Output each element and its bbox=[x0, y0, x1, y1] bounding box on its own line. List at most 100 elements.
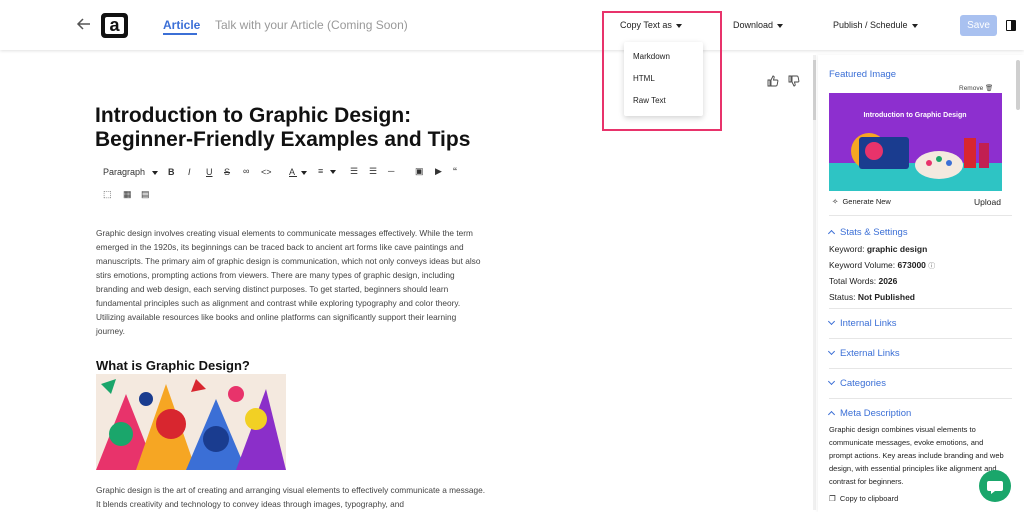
top-bar: a Article Talk with your Article (Coming… bbox=[0, 0, 1024, 50]
table-icon[interactable]: ▦ bbox=[123, 189, 132, 200]
download-button[interactable]: Download bbox=[733, 20, 784, 30]
caret-down-icon bbox=[911, 23, 918, 28]
underline-icon[interactable]: U bbox=[206, 167, 213, 177]
words-label: Total Words: bbox=[829, 276, 877, 286]
categories-title: Categories bbox=[840, 378, 886, 389]
internal-links-toggle[interactable]: Internal Links bbox=[827, 317, 897, 329]
menu-item-html[interactable]: HTML bbox=[633, 74, 655, 83]
divider bbox=[829, 215, 1012, 216]
strikethrough-icon[interactable]: S bbox=[224, 167, 230, 177]
upload-button[interactable]: Upload bbox=[974, 197, 1001, 207]
chat-button[interactable] bbox=[979, 470, 1011, 502]
menu-item-markdown[interactable]: Markdown bbox=[633, 52, 670, 61]
stats-settings-toggle[interactable]: Stats & Settings bbox=[827, 227, 908, 238]
keyword-label: Keyword: bbox=[829, 244, 865, 254]
embed-icon[interactable]: ▤ bbox=[141, 189, 150, 200]
generate-new-label: Generate New bbox=[842, 197, 891, 206]
bold-icon[interactable]: B bbox=[168, 167, 175, 177]
chevron-down-icon bbox=[827, 347, 836, 356]
tab-talk-with-article[interactable]: Talk with your Article (Coming Soon) bbox=[215, 18, 408, 32]
intro-paragraph[interactable]: Graphic design involves creating visual … bbox=[96, 226, 486, 338]
status-row: Status: Not Published bbox=[829, 292, 915, 302]
save-button[interactable]: Save bbox=[960, 15, 997, 36]
featured-image[interactable]: Introduction to Graphic Design bbox=[829, 93, 1002, 191]
expand-icon[interactable]: ⬚ bbox=[103, 189, 112, 200]
caret-down-icon bbox=[329, 169, 336, 174]
bullet-list-icon[interactable]: ☰ bbox=[350, 166, 358, 177]
divider bbox=[829, 308, 1012, 309]
keyword-volume-row: Keyword Volume: 673000 ⓘ bbox=[829, 260, 935, 271]
copy-icon: ❐ bbox=[829, 494, 836, 503]
divider bbox=[829, 338, 1012, 339]
publish-schedule-label: Publish / Schedule bbox=[833, 20, 908, 30]
divider bbox=[829, 398, 1012, 399]
back-arrow-icon[interactable] bbox=[76, 16, 92, 32]
section-paragraph[interactable]: Graphic design is the art of creating an… bbox=[96, 483, 486, 511]
copy-clipboard-label: Copy to clipboard bbox=[839, 494, 899, 503]
thumbs-up-icon[interactable] bbox=[767, 75, 779, 87]
external-links-toggle[interactable]: External Links bbox=[827, 347, 900, 359]
copy-to-clipboard-button[interactable]: ❐ Copy to clipboard bbox=[829, 494, 898, 503]
logo-letter: a bbox=[105, 16, 124, 34]
sidebar-scrollbar-thumb[interactable] bbox=[1016, 60, 1020, 110]
editor-scrollbar-thumb[interactable] bbox=[813, 60, 816, 120]
chevron-up-icon bbox=[827, 229, 836, 238]
quote-icon[interactable]: “ bbox=[453, 165, 457, 179]
words-value: 2026 bbox=[878, 276, 898, 286]
sparkle-icon: ✧ bbox=[832, 197, 839, 206]
remove-image-button[interactable]: Remove 🗑 bbox=[959, 84, 993, 92]
featured-image-title: Featured Image bbox=[829, 69, 897, 80]
chevron-down-icon bbox=[827, 377, 836, 386]
internal-links-title: Internal Links bbox=[840, 318, 897, 329]
stats-settings-title: Stats & Settings bbox=[840, 227, 908, 238]
video-icon[interactable]: ▶ bbox=[435, 166, 442, 177]
meta-description-text[interactable]: Graphic design combines visual elements … bbox=[829, 423, 1004, 488]
horizontal-rule-icon[interactable]: ─ bbox=[388, 166, 394, 176]
code-icon[interactable]: <> bbox=[261, 167, 272, 177]
toggle-panel-icon[interactable] bbox=[1006, 20, 1016, 31]
meta-description-title: Meta Description bbox=[840, 408, 912, 419]
article-title[interactable]: Introduction to Graphic Design: Beginner… bbox=[95, 104, 495, 152]
divider bbox=[829, 368, 1012, 369]
caret-down-icon bbox=[777, 23, 784, 28]
graphic-design-illustration bbox=[96, 374, 286, 470]
generate-new-button[interactable]: ✧ Generate New bbox=[832, 197, 891, 206]
app-logo[interactable]: a bbox=[101, 13, 128, 38]
external-links-title: External Links bbox=[840, 348, 900, 359]
editor-scrollbar-track bbox=[813, 55, 816, 510]
italic-icon[interactable]: I bbox=[188, 167, 191, 177]
info-icon[interactable]: ⓘ bbox=[928, 263, 935, 270]
total-words-row: Total Words: 2026 bbox=[829, 276, 897, 286]
status-value: Not Published bbox=[857, 292, 915, 302]
menu-item-raw-text[interactable]: Raw Text bbox=[633, 96, 666, 105]
tab-active-indicator bbox=[163, 33, 197, 35]
featured-image-caption: Introduction to Graphic Design bbox=[863, 112, 966, 119]
text-color-icon[interactable]: A bbox=[289, 167, 308, 177]
categories-toggle[interactable]: Categories bbox=[827, 377, 886, 389]
keyword-value: graphic design bbox=[866, 244, 928, 254]
chevron-up-icon bbox=[827, 410, 836, 419]
volume-label: Keyword Volume: bbox=[829, 260, 896, 270]
thumbs-down-icon[interactable] bbox=[788, 75, 800, 87]
image-icon[interactable]: ▣ bbox=[415, 166, 424, 177]
chevron-down-icon bbox=[827, 317, 836, 326]
meta-description-toggle[interactable]: Meta Description bbox=[827, 408, 912, 419]
link-icon[interactable]: ∞ bbox=[243, 166, 249, 176]
paragraph-style-select[interactable]: Paragraph bbox=[103, 167, 158, 177]
section-heading[interactable]: What is Graphic Design? bbox=[96, 358, 250, 373]
chat-bubble-icon bbox=[987, 481, 1003, 494]
status-label: Status: bbox=[829, 292, 856, 302]
publish-schedule-button[interactable]: Publish / Schedule bbox=[833, 20, 918, 30]
numbered-list-icon[interactable]: ☰ bbox=[369, 166, 377, 177]
keyword-row: Keyword: graphic design bbox=[829, 244, 927, 254]
tab-article[interactable]: Article bbox=[163, 18, 200, 32]
remove-label: Remove bbox=[959, 85, 984, 92]
right-sidebar: Featured Image Remove 🗑 Introduction to … bbox=[818, 55, 1024, 512]
caret-down-icon bbox=[301, 170, 308, 175]
copy-text-dropdown: Markdown HTML Raw Text bbox=[624, 42, 703, 116]
download-label: Download bbox=[733, 20, 774, 30]
align-icon[interactable]: ≡ bbox=[318, 166, 336, 176]
caret-down-icon bbox=[151, 170, 158, 175]
paragraph-style-label: Paragraph bbox=[103, 167, 146, 177]
volume-value: 673000 bbox=[897, 260, 926, 270]
